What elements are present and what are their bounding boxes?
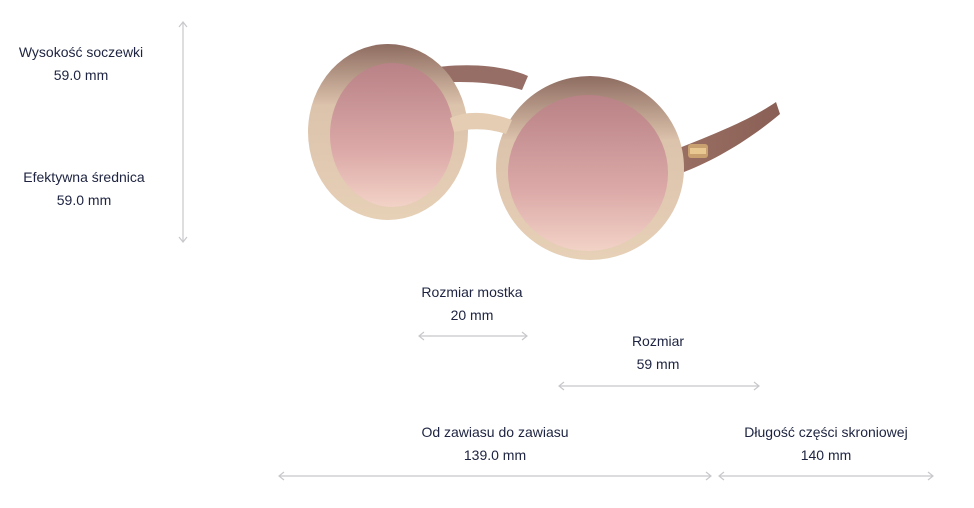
temple-length-measure: Długość części skroniowej 140 mm bbox=[716, 421, 936, 467]
vertical-height-arrow bbox=[178, 21, 188, 243]
hinge-to-hinge-label: Od zawiasu do zawiasu bbox=[421, 424, 569, 440]
hinge-to-hinge-value: 139.0 mm bbox=[463, 447, 527, 463]
effective-diameter-value: 59.0 mm bbox=[56, 192, 112, 208]
lens-size-value: 59 mm bbox=[636, 356, 680, 372]
temple-length-label: Długość części skroniowej bbox=[744, 424, 908, 440]
lens-size-arrow bbox=[558, 381, 760, 391]
hinge-to-hinge-measure: Od zawiasu do zawiasu 139.0 mm bbox=[385, 421, 605, 467]
temple-length-arrow bbox=[718, 471, 934, 481]
lens-size-measure: Rozmiar 59 mm bbox=[598, 330, 718, 376]
bridge-size-value: 20 mm bbox=[450, 307, 494, 323]
effective-diameter-measure: Efektywna średnica 59.0 mm bbox=[4, 166, 164, 212]
lens-height-measure: Wysokość soczewki 59.0 mm bbox=[6, 41, 156, 87]
bridge-size-measure: Rozmiar mostka 20 mm bbox=[402, 281, 542, 327]
lens-height-label: Wysokość soczewki bbox=[18, 44, 144, 60]
sunglasses-image bbox=[308, 44, 780, 260]
effective-diameter-label: Efektywna średnica bbox=[23, 169, 145, 185]
hinge-to-hinge-arrow bbox=[278, 471, 712, 481]
lens-height-value: 59.0 mm bbox=[53, 67, 109, 83]
bridge-size-arrow bbox=[418, 331, 528, 341]
lens-size-label: Rozmiar bbox=[631, 333, 685, 349]
bridge-size-label: Rozmiar mostka bbox=[421, 284, 523, 300]
temple-length-value: 140 mm bbox=[800, 447, 852, 463]
